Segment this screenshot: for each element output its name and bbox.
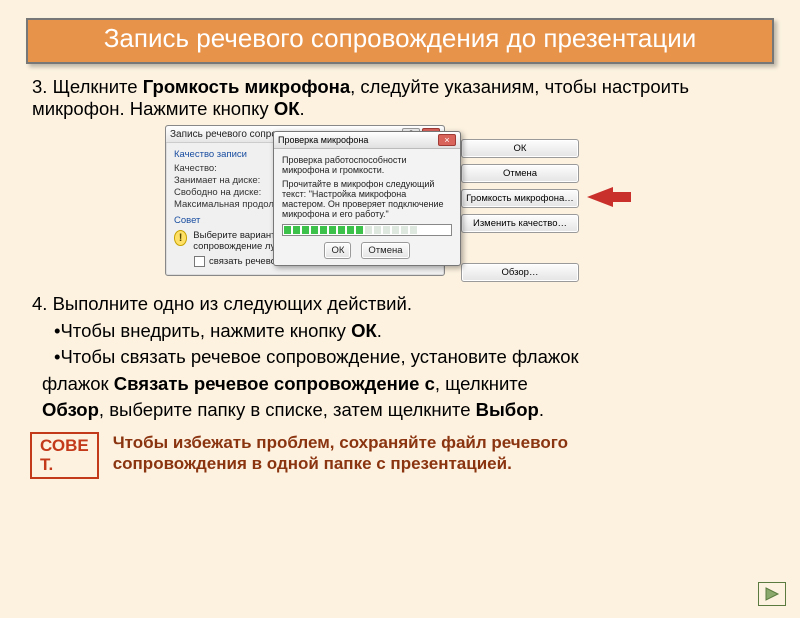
text: . (539, 399, 544, 420)
step-4: 4. Выполните одно из следующих действий. (0, 291, 800, 318)
tip-text: Чтобы избежать проблем, сохраняйте файл … (113, 432, 673, 475)
dialog-screenshot: Запись речевого сопровожд ? × Качество з… (0, 125, 800, 285)
ok-button[interactable]: ОК (461, 139, 579, 158)
cancel-button[interactable]: Отмена (361, 242, 409, 259)
bold: ОК (351, 320, 377, 341)
inner-dialog: Проверка микрофона × Проверка работоспос… (273, 131, 461, 266)
bullet-2-line3: Обзор, выберите папку в списке, затем ще… (0, 397, 800, 424)
bullet-2-line1: •Чтобы связать речевое сопровождение, ус… (0, 344, 800, 371)
bold: Громкость микрофона (143, 76, 350, 97)
slide-title: Запись речевого сопровождения до презент… (26, 18, 774, 64)
step-3: 3. Щелкните Громкость микрофона, следуйт… (0, 74, 800, 123)
change-quality-button[interactable]: Изменить качество… (461, 214, 579, 233)
text: . (377, 320, 382, 341)
text: 3. Щелкните (32, 76, 143, 97)
text: •Чтобы связать речевое сопровождение, ус… (54, 346, 579, 367)
arrow-icon (587, 187, 613, 207)
browse-button[interactable]: Обзор… (461, 263, 579, 282)
text: Прочитайте в микрофон следующий текст: "… (282, 179, 452, 219)
bold: Обзор (42, 399, 99, 420)
bold: ОК (274, 98, 300, 119)
text: . (300, 98, 305, 119)
cancel-button[interactable]: Отмена (461, 164, 579, 183)
ok-button[interactable]: ОК (324, 242, 351, 259)
close-icon[interactable]: × (438, 134, 456, 146)
text: Проверка работоспособности микрофона и г… (282, 155, 452, 175)
level-meter (282, 224, 452, 236)
bullet-1: •Чтобы внедрить, нажмите кнопку ОК. (0, 318, 800, 345)
next-slide-button[interactable] (758, 582, 786, 606)
text: , выберите папку в списке, затем щелкнит… (99, 399, 476, 420)
dialog-title: Проверка микрофона (278, 135, 368, 145)
triangle-right-icon (764, 587, 780, 601)
bullet-2-line2: флажок Связать речевое сопровождение с, … (0, 371, 800, 398)
tip-label: СОВЕТ. (30, 432, 99, 479)
info-icon: ! (174, 230, 187, 246)
checkbox[interactable] (194, 256, 205, 267)
text: , щелкните (435, 373, 528, 394)
bold: Выбор (476, 399, 539, 420)
bold: Связать речевое сопровождение с (114, 373, 435, 394)
mic-volume-button[interactable]: Громкость микрофона… (461, 189, 579, 208)
text: •Чтобы внедрить, нажмите кнопку (54, 320, 351, 341)
